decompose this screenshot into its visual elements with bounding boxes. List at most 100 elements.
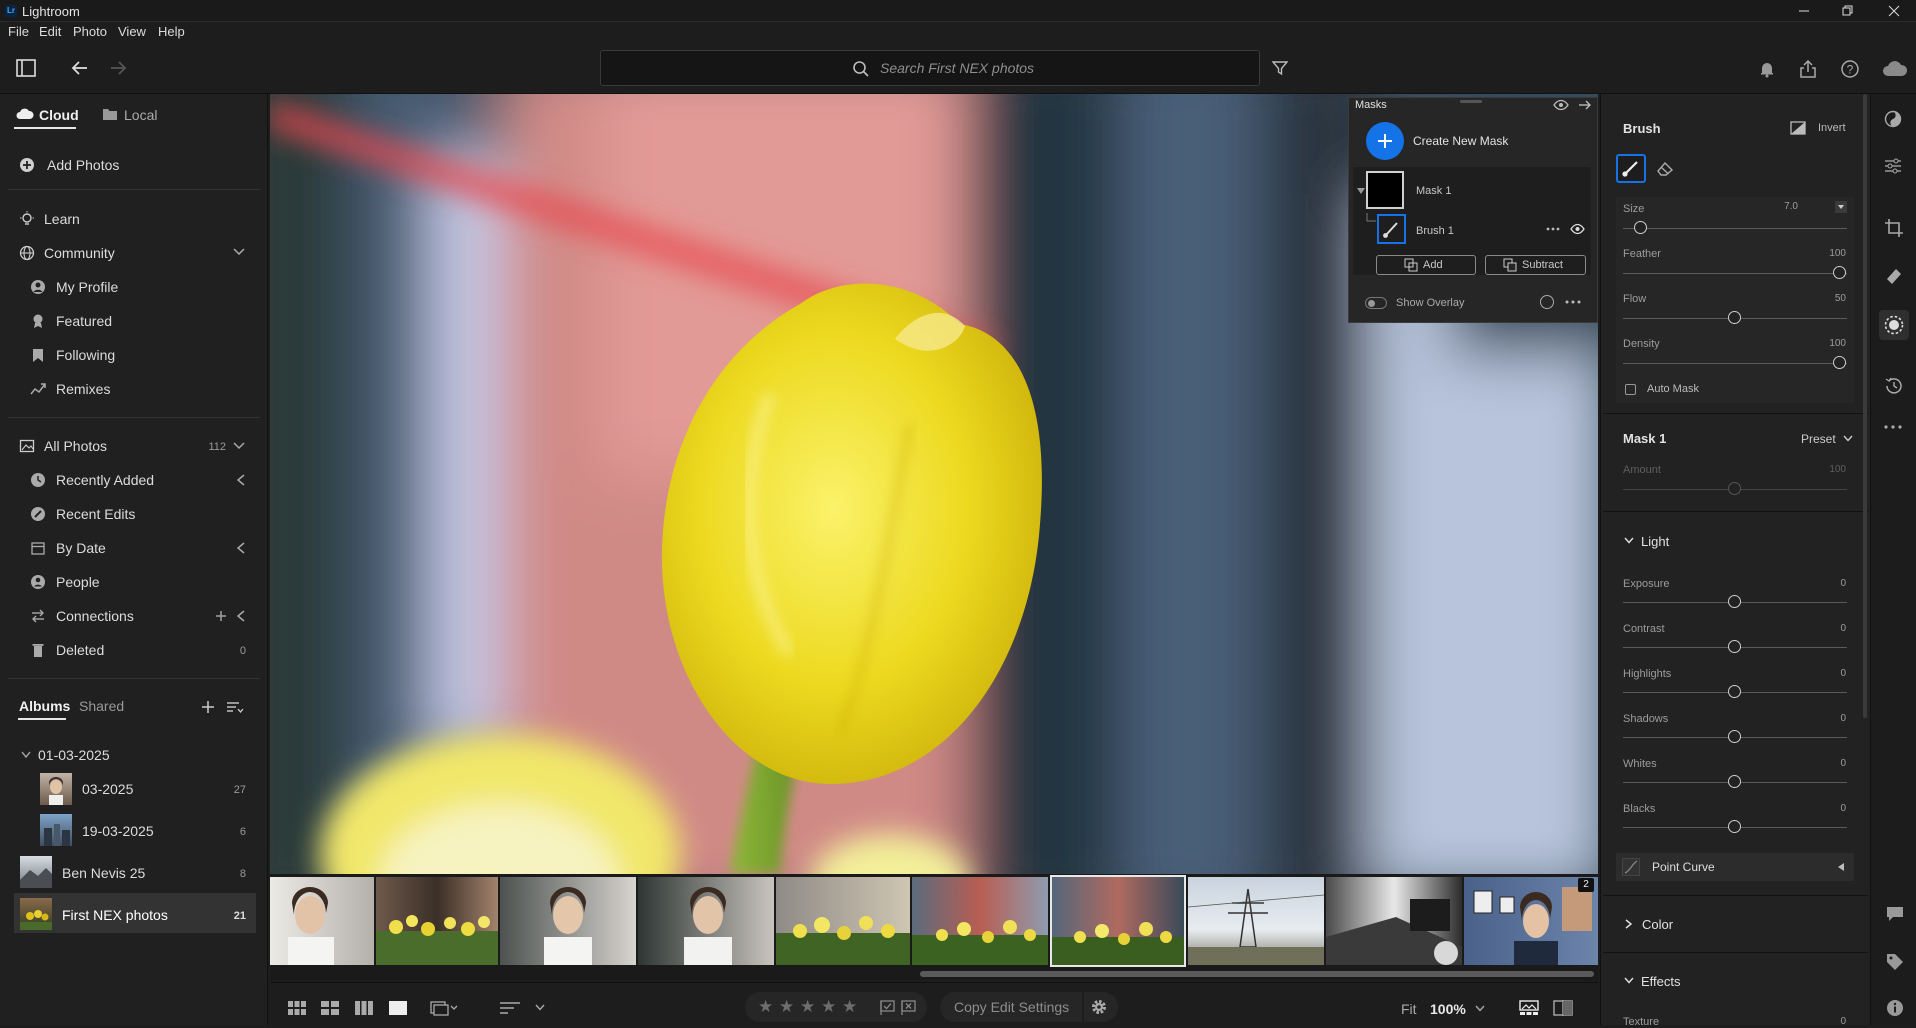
nav-featured[interactable]: Featured [56,313,112,329]
presets-icon[interactable] [1884,110,1902,128]
help-icon[interactable]: ? [1840,59,1860,79]
brush-size-slider[interactable] [1623,219,1847,237]
exposure-slider[interactable] [1623,593,1847,611]
filmstrip-thumbnail[interactable] [500,877,636,965]
chevron-down-icon[interactable] [1475,1005,1485,1013]
filmstrip-toggle-icon[interactable] [1519,1000,1539,1016]
tab-albums[interactable]: Albums [19,698,70,714]
minimize-icon[interactable] [1782,0,1826,22]
whites-slider[interactable] [1623,773,1847,791]
back-arrow-icon[interactable] [70,58,90,78]
edit-sliders-icon[interactable] [1884,157,1902,175]
healing-icon[interactable] [1884,266,1904,286]
zoom-level[interactable]: 100% [1430,1001,1466,1017]
comments-icon[interactable] [1886,906,1904,922]
filmstrip-scrollbar[interactable] [920,971,1594,977]
contrast-value[interactable]: 0 [1806,623,1846,634]
brush-name[interactable]: Brush 1 [1416,225,1454,237]
chevron-left-icon[interactable] [236,474,246,486]
nav-community[interactable]: Community [44,245,115,261]
nav-connections[interactable]: Connections [56,608,134,624]
brush-mask-thumbnail[interactable] [1377,214,1406,244]
square-grid-icon[interactable] [321,1001,339,1015]
sort-options-icon[interactable] [500,1001,520,1015]
nav-remixes[interactable]: Remixes [56,381,110,397]
collapse-arrow-icon[interactable] [1578,99,1592,111]
panel-toggle-icon[interactable] [14,56,38,80]
cloud-sync-icon[interactable] [1882,60,1908,78]
chevron-down-icon[interactable] [233,247,245,257]
grid-view-icon[interactable] [288,1001,306,1015]
slider-knob[interactable] [1728,640,1741,653]
preset-dropdown[interactable]: Preset [1801,432,1836,446]
eye-icon[interactable] [1570,223,1585,235]
add-connection-icon[interactable] [215,610,227,622]
shadows-slider[interactable] [1623,728,1847,746]
album-03-2025[interactable]: 03-2025 [82,781,133,797]
compare-view-icon[interactable] [355,1001,373,1015]
crop-icon[interactable] [1884,218,1904,238]
nav-people[interactable]: People [56,574,100,590]
slider-knob[interactable] [1728,685,1741,698]
contrast-slider[interactable] [1623,638,1847,656]
nav-deleted[interactable]: Deleted [56,642,104,658]
color-section-header[interactable]: Color [1642,917,1673,932]
nav-by-date[interactable]: By Date [56,540,106,556]
tab-cloud[interactable]: Cloud [39,107,79,123]
close-window-icon[interactable] [1872,0,1916,22]
show-overlay-toggle[interactable] [1365,297,1387,309]
flow-slider[interactable] [1623,309,1847,327]
masking-icon[interactable] [1879,310,1909,340]
slider-knob[interactable] [1728,595,1741,608]
bell-icon[interactable] [1758,60,1776,78]
chevron-left-icon[interactable] [1838,863,1844,871]
add-album-icon[interactable] [200,699,216,715]
chevron-left-icon[interactable] [236,610,246,622]
slider-knob[interactable] [1728,730,1741,743]
overlay-color-icon[interactable] [1540,295,1554,309]
size-value[interactable]: 7.0 [1758,201,1798,212]
more-options-icon[interactable] [1565,300,1581,304]
tag-icon[interactable] [1886,953,1904,971]
filmstrip-thumbnail[interactable] [776,877,910,965]
create-new-mask-label[interactable]: Create New Mask [1413,134,1508,148]
filmstrip-thumbnail[interactable] [376,877,498,965]
eraser-icon[interactable] [1656,160,1674,176]
sort-icon[interactable] [226,699,244,715]
info-icon[interactable] [1886,999,1904,1017]
nav-recent-edits[interactable]: Recent Edits [56,506,135,522]
folder-01-03-2025[interactable]: 01-03-2025 [38,747,110,763]
pick-flag-icon[interactable] [880,1000,896,1016]
create-new-mask-button[interactable] [1366,122,1404,160]
add-photos-button[interactable]: Add Photos [47,157,119,173]
panel-drag-handle[interactable] [1460,100,1482,103]
slider-track[interactable] [1623,228,1847,229]
highlights-value[interactable]: 0 [1806,668,1846,679]
right-panel-scrollbar[interactable] [1863,94,1867,718]
star-rating-5[interactable]: ★ [842,997,857,1017]
menu-help[interactable]: Help [158,24,185,39]
chevron-down-icon[interactable] [535,1004,545,1012]
tab-local[interactable]: Local [124,107,157,123]
filmstrip-thumbnail[interactable] [638,877,774,965]
menu-photo[interactable]: Photo [73,24,107,39]
star-rating-4[interactable]: ★ [821,997,836,1017]
nav-my-profile[interactable]: My Profile [56,279,118,295]
size-dropdown-icon[interactable] [1835,201,1847,213]
nav-following[interactable]: Following [56,347,115,363]
filmstrip-thumbnail[interactable] [270,877,374,965]
menu-edit[interactable]: Edit [39,24,61,39]
whites-value[interactable]: 0 [1806,758,1846,769]
mask-expand-icon[interactable] [1357,188,1365,194]
filmstrip-thumbnail-selected[interactable] [1050,875,1186,967]
feather-value[interactable]: 100 [1806,248,1846,259]
menu-view[interactable]: View [118,24,146,39]
album-first-nex-photos[interactable]: First NEX photos [62,907,168,923]
chevron-left-icon[interactable] [236,542,246,554]
density-slider[interactable] [1623,354,1847,372]
flow-value[interactable]: 50 [1806,293,1846,304]
blacks-slider[interactable] [1623,818,1847,836]
detail-view-icon[interactable] [389,1001,407,1015]
filmstrip-thumbnail[interactable] [912,877,1048,965]
blacks-value[interactable]: 0 [1806,803,1846,814]
